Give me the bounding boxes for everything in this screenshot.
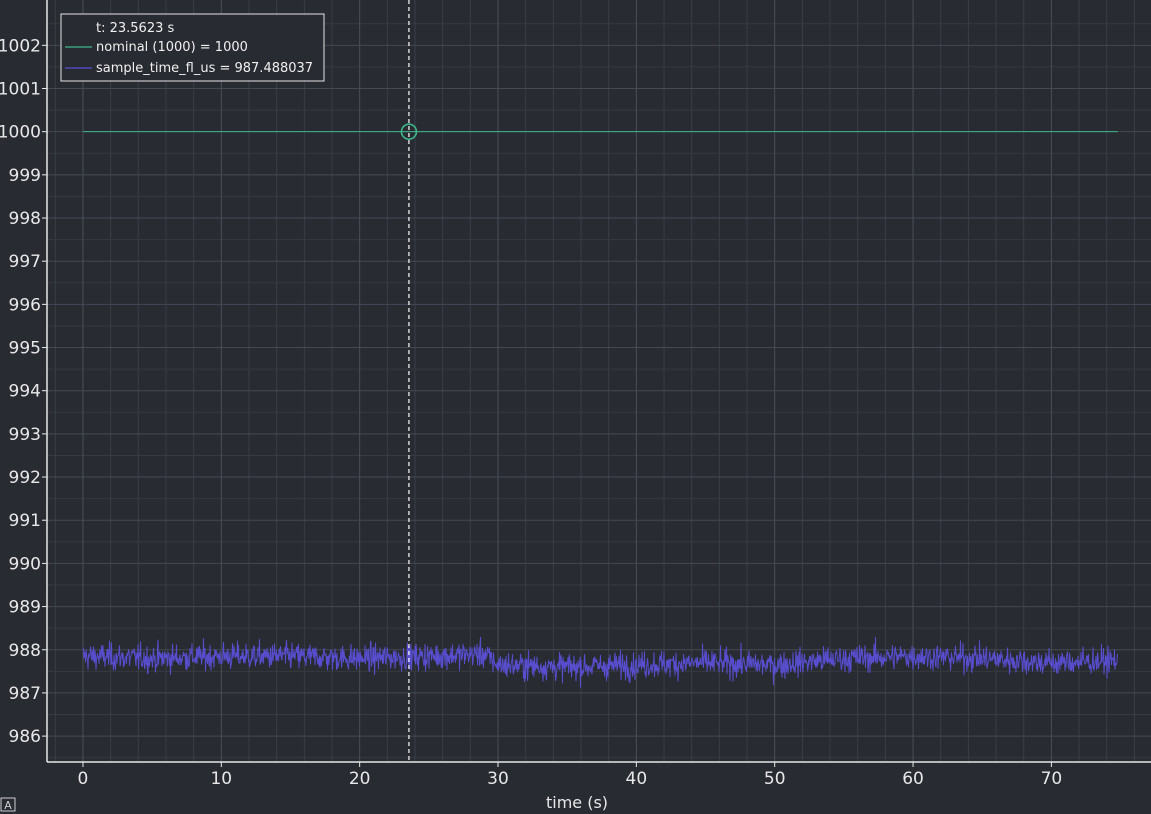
y-tick-label: 993: [9, 425, 41, 445]
y-tick-label: 986: [9, 727, 41, 747]
y-tick-label: 999: [9, 166, 41, 186]
x-tick-label: 40: [626, 769, 648, 789]
y-tick-label: 1001: [0, 80, 41, 100]
legend-cursor-time: t: 23.5623 s: [96, 21, 175, 36]
y-tick-label: 1002: [0, 36, 41, 56]
x-tick-label: 70: [1041, 769, 1063, 789]
legend-entry-sample-time: sample_time_fl_us = 987.488037: [96, 61, 313, 76]
y-tick-label: 996: [9, 295, 41, 315]
legend: t: 23.5623 s nominal (1000) = 1000 sampl…: [60, 13, 325, 82]
x-tick-label: 60: [902, 769, 924, 789]
y-tick-label: 990: [9, 554, 41, 574]
x-tick-label: 50: [764, 769, 786, 789]
y-tick-label: 994: [9, 382, 41, 402]
x-tick-label: 20: [349, 769, 371, 789]
auto-scale-icon-glyph: A: [4, 799, 12, 812]
y-tick-label: 997: [9, 252, 41, 272]
y-tick-label: 989: [9, 598, 41, 618]
y-tick-label: 987: [9, 684, 41, 704]
y-tick-label: 988: [9, 641, 41, 661]
y-tick-label: 995: [9, 339, 41, 359]
legend-entry-nominal: nominal (1000) = 1000: [96, 40, 248, 55]
chart-background: [0, 0, 1151, 814]
x-tick-label: 30: [487, 769, 509, 789]
y-tick-label: 998: [9, 209, 41, 229]
y-tick-label: 991: [9, 511, 41, 531]
x-tick-label: 0: [78, 769, 89, 789]
x-axis-title: time (s): [546, 793, 608, 812]
x-tick-label: 10: [210, 769, 232, 789]
y-tick-label: 1000: [0, 123, 41, 143]
y-tick-label: 992: [9, 468, 41, 488]
line-chart: 0 10 20 30 40 50 60 70 986 987 988 989 990 991 992 993…: [0, 0, 1151, 814]
